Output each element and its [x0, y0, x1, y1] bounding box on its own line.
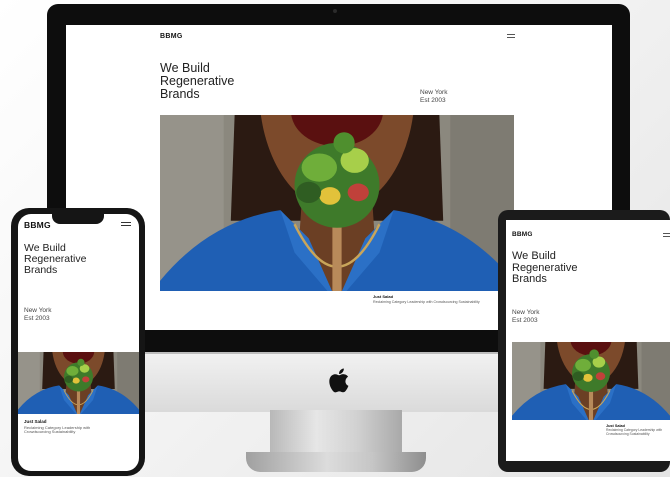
location-text: New York: [512, 309, 540, 316]
hero-image: [512, 342, 670, 420]
location-text: New York: [420, 89, 448, 96]
headline-line: Brands: [512, 273, 547, 286]
location-text: New York: [24, 307, 52, 314]
case-caption-line: Crowdsourcing Sustainability: [606, 431, 650, 436]
location-block: New York Est 2003: [512, 309, 540, 325]
case-title[interactable]: Just Salad: [373, 294, 393, 299]
hamburger-menu-icon[interactable]: [663, 233, 670, 237]
established-text: Est 2003: [420, 96, 446, 104]
apple-logo-icon: [326, 366, 350, 394]
imac-stand: [270, 410, 402, 456]
case-caption: Reclaiming Category Leadership with Crow…: [24, 425, 90, 435]
page-headline: We Build Regenerative Brands: [512, 250, 577, 286]
headline-line: We Build: [512, 250, 556, 262]
site-logo[interactable]: BBMG: [512, 231, 533, 239]
imac-stand-base: [246, 452, 426, 472]
headline-line: Brands: [160, 87, 200, 102]
tablet-screen: BBMG We Build Regenerative Brands New Yo…: [506, 220, 670, 461]
case-caption: Reclaiming Category Leadership with Crow…: [606, 428, 662, 436]
location-block: New York Est 2003: [420, 89, 448, 105]
established-text: Est 2003: [24, 314, 50, 322]
established-text: Est 2003: [512, 316, 538, 324]
site-logo[interactable]: BBMG: [24, 221, 51, 230]
location-block: New York Est 2003: [24, 307, 52, 323]
case-title[interactable]: Just Salad: [24, 419, 47, 425]
camera-icon: [333, 9, 337, 13]
page-headline: We Build Regenerative Brands: [160, 61, 234, 102]
headline-line: Brands: [24, 264, 58, 277]
page-headline: We Build Regenerative Brands: [24, 242, 86, 277]
hamburger-menu-icon[interactable]: [121, 222, 131, 226]
case-caption-line: Crowdsourcing Sustainability: [24, 429, 76, 435]
site-logo[interactable]: BBMG: [160, 33, 183, 40]
phone-screen: BBMG We Build Regenerative Brands New Yo…: [18, 214, 139, 471]
hero-image: [18, 352, 139, 414]
phone-notch: [52, 214, 104, 224]
case-caption: Reclaiming Category Leadership with Crow…: [373, 300, 480, 304]
hero-image: [160, 115, 514, 291]
hamburger-menu-icon[interactable]: [507, 34, 515, 38]
